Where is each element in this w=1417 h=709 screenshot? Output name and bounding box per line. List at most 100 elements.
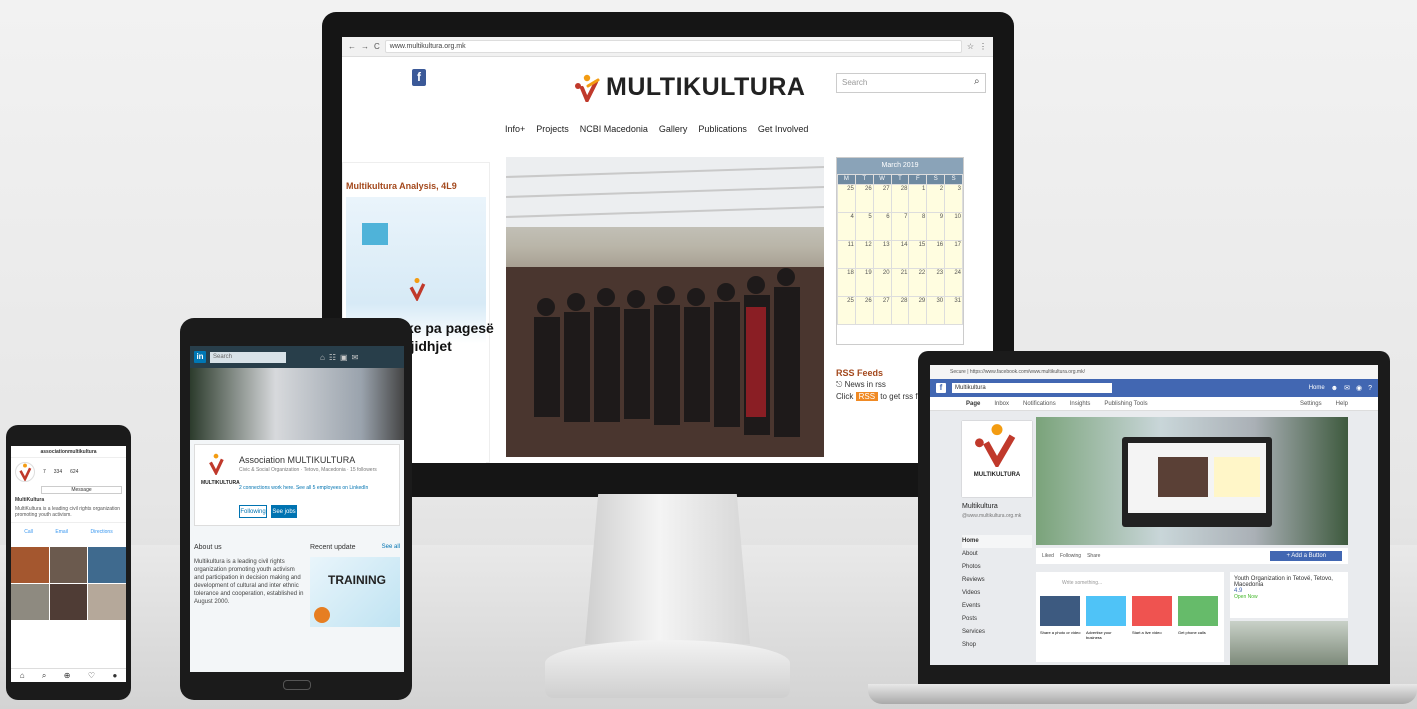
site-logo[interactable]: MULTIKULTURA [574, 73, 805, 105]
fb-notifications-icon[interactable]: ◉ [1356, 384, 1362, 392]
ig-following-count[interactable]: 624 [70, 469, 78, 475]
search-icon[interactable]: ⌕ [974, 76, 980, 87]
calendar-day[interactable]: 3 [945, 185, 962, 212]
fb-add-button[interactable]: + Add a Button [1270, 551, 1342, 561]
calendar-day[interactable]: 25 [838, 297, 855, 324]
calendar-day[interactable]: 20 [873, 269, 891, 296]
fb-live-tile[interactable] [1132, 596, 1172, 626]
calendar-month[interactable]: March 2019 [837, 158, 963, 174]
calendar-day[interactable]: 10 [945, 213, 962, 240]
back-icon[interactable]: ← [348, 42, 356, 51]
ig-search-icon[interactable]: ⌕ [42, 669, 46, 682]
ig-photo[interactable] [11, 584, 49, 620]
fb-calls-tile[interactable] [1178, 596, 1218, 626]
forward-icon[interactable]: → [361, 42, 369, 51]
calendar-day[interactable]: 21 [891, 269, 909, 296]
calendar-day[interactable]: 26 [855, 185, 873, 212]
ig-followers-count[interactable]: 334 [54, 469, 62, 475]
calendar-day[interactable]: 8 [909, 213, 927, 240]
calendar-day[interactable]: 27 [873, 185, 891, 212]
tablet-home-button[interactable] [283, 680, 311, 690]
calendar-day[interactable]: 24 [945, 269, 962, 296]
calendar-day[interactable]: 5 [855, 213, 873, 240]
calendar-day[interactable]: 11 [838, 241, 855, 268]
connections-link[interactable]: 2 connections work here. See all 5 emplo… [239, 485, 368, 491]
calendar-day[interactable]: 15 [909, 241, 927, 268]
ig-heart-icon[interactable]: ♡ [88, 669, 95, 682]
training-image[interactable]: TRAINING [310, 557, 400, 627]
fb-home-link[interactable]: Home [1309, 385, 1325, 391]
ig-photo[interactable] [49, 584, 88, 620]
calendar-day[interactable]: 19 [855, 269, 873, 296]
ig-email-button[interactable]: Email [55, 529, 68, 535]
facebook-icon[interactable]: f [412, 69, 426, 86]
fb-side-photo[interactable] [1230, 621, 1348, 665]
facebook-logo-icon[interactable]: f [936, 383, 946, 393]
fb-tab-notifications[interactable]: Notifications [1023, 397, 1056, 410]
fb-liked-button[interactable]: Liked [1042, 553, 1054, 559]
nav-item-gallery[interactable]: Gallery [659, 124, 688, 134]
facebook-search-input[interactable]: Multikultura [952, 383, 1112, 393]
ig-add-icon[interactable]: ⊕ [64, 669, 71, 682]
org-name[interactable]: Association MULTIKULTURA [239, 455, 355, 465]
home-icon[interactable]: ⌂ [320, 353, 325, 362]
fb-side-photos[interactable]: Photos [962, 561, 1032, 574]
ig-photo[interactable] [11, 547, 49, 583]
rss-news-link[interactable]: News in rss [845, 380, 886, 389]
calendar-day[interactable]: 13 [873, 241, 891, 268]
calendar-day[interactable]: 30 [927, 297, 945, 324]
calendar-day[interactable]: 16 [927, 241, 945, 268]
fb-side-shop[interactable]: Shop [962, 639, 1032, 652]
site-search-input[interactable]: Search [836, 73, 986, 93]
linkedin-logo-icon[interactable]: in [194, 351, 206, 363]
fb-tab-inbox[interactable]: Inbox [994, 397, 1009, 410]
ig-photo[interactable] [88, 547, 126, 583]
fb-share-button[interactable]: Share [1087, 553, 1100, 559]
ig-photo[interactable] [88, 584, 126, 620]
calendar-day[interactable]: 22 [909, 269, 927, 296]
fb-page-handle[interactable]: @www.multikultura.org.mk [962, 513, 1034, 519]
fb-side-videos[interactable]: Videos [962, 587, 1032, 600]
ig-profile-icon[interactable]: ● [112, 669, 117, 682]
star-icon[interactable]: ☆ [967, 42, 974, 51]
nav-item-projects[interactable]: Projects [536, 124, 569, 134]
calendar-day[interactable]: 27 [873, 297, 891, 324]
calendar-day[interactable]: 12 [855, 241, 873, 268]
nav-item-info[interactable]: Info+ [505, 124, 525, 134]
fb-help-icon[interactable]: ? [1368, 385, 1372, 392]
ig-home-icon[interactable]: ⌂ [20, 669, 25, 682]
fb-side-services[interactable]: Services [962, 626, 1032, 639]
fb-cover-photo[interactable] [1036, 417, 1348, 545]
fb-page-name[interactable]: Multikultura [962, 503, 1034, 510]
network-icon[interactable]: ☷ [329, 353, 336, 362]
calendar-day[interactable]: 2 [927, 185, 945, 212]
calendar-day[interactable]: 9 [927, 213, 945, 240]
see-jobs-button[interactable]: See jobs [271, 505, 297, 518]
fb-photo-tile[interactable] [1040, 596, 1080, 626]
nav-item-get-involved[interactable]: Get Involved [758, 124, 809, 134]
calendar-day[interactable]: 23 [927, 269, 945, 296]
calendar-day[interactable]: 4 [838, 213, 855, 240]
linkedin-search-input[interactable]: Search [210, 351, 286, 363]
calendar-day[interactable]: 6 [873, 213, 891, 240]
reload-icon[interactable]: C [374, 42, 380, 51]
calendar-day[interactable]: 29 [909, 297, 927, 324]
fb-side-reviews[interactable]: Reviews [962, 574, 1032, 587]
fb-write-something[interactable]: Write something... [1036, 572, 1224, 586]
fb-side-home[interactable]: Home [962, 535, 1032, 548]
ig-message-button[interactable]: Message [41, 486, 122, 494]
calendar-day[interactable]: 28 [891, 297, 909, 324]
fb-side-posts[interactable]: Posts [962, 613, 1032, 626]
calendar-day[interactable]: 1 [909, 185, 927, 212]
calendar-day[interactable]: 7 [891, 213, 909, 240]
rss-badge[interactable]: RSS [855, 392, 879, 401]
fb-advertise-tile[interactable] [1086, 596, 1126, 626]
fb-profile-picture[interactable]: MULTIKULTURA [962, 421, 1032, 497]
ig-avatar[interactable] [15, 462, 35, 482]
ig-directions-button[interactable]: Directions [90, 529, 112, 535]
calendar-day[interactable]: 28 [891, 185, 909, 212]
nav-item-ncbi[interactable]: NCBI Macedonia [580, 124, 648, 134]
laptop-address-bar[interactable]: Secure | https://www.facebook.com/www.mu… [930, 365, 1378, 379]
ig-call-button[interactable]: Call [24, 529, 33, 535]
calendar-day[interactable]: 14 [891, 241, 909, 268]
